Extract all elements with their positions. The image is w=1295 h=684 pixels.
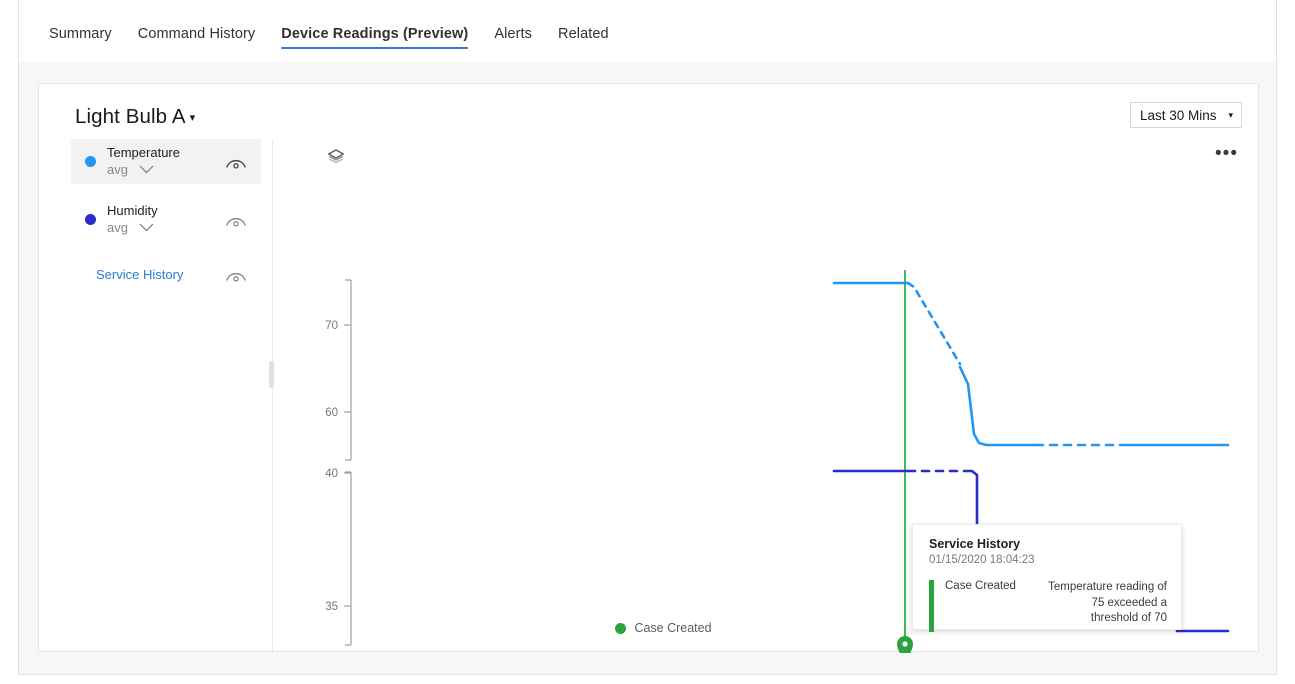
legend-item-aggregation[interactable]: avg bbox=[107, 219, 225, 236]
device-title-text: Light Bulb A bbox=[75, 105, 186, 128]
y-tick-label: 35 bbox=[325, 601, 338, 613]
chevron-down-icon bbox=[139, 165, 154, 174]
tooltip-timestamp: 01/15/2020 18:04:23 bbox=[929, 554, 1035, 566]
y-tick-label: 60 bbox=[325, 407, 338, 419]
chevron-down-icon: ▾ bbox=[1228, 109, 1233, 120]
aggregation-label: avg bbox=[107, 162, 128, 177]
series-line-temperature bbox=[832, 281, 1230, 447]
legend-item-label: Humidity bbox=[107, 203, 158, 218]
tab-command-history[interactable]: Command History bbox=[125, 0, 269, 56]
y-tick-label: 40 bbox=[325, 468, 338, 480]
screenshot-root: Summary Command History Device Readings … bbox=[0, 0, 1295, 684]
legend-item-aggregation[interactable]: avg bbox=[107, 161, 225, 178]
tab-summary[interactable]: Summary bbox=[36, 0, 125, 56]
aggregation-label: avg bbox=[107, 220, 128, 235]
tab-strip: Summary Command History Device Readings … bbox=[18, 0, 1277, 62]
tab-device-readings[interactable]: Device Readings (Preview) bbox=[268, 0, 481, 56]
series-color-dot bbox=[85, 156, 96, 167]
device-selector[interactable]: Light Bulb A ▾ bbox=[75, 105, 195, 129]
legend-item-temperature[interactable]: Temperature avg bbox=[71, 139, 261, 184]
service-history-tooltip: Service History 01/15/2020 18:04:23 Case… bbox=[912, 524, 1182, 632]
chevron-down-icon: ▾ bbox=[189, 112, 196, 124]
chevron-down-icon bbox=[139, 223, 154, 232]
readings-chart: 70 60 40 35 17:50 01/15/2020 17:55 bbox=[272, 139, 1260, 653]
eye-icon[interactable] bbox=[225, 154, 247, 170]
legend-item-texts: Temperature avg bbox=[107, 145, 225, 178]
case-created-pin-icon[interactable] bbox=[897, 636, 913, 653]
eye-icon[interactable] bbox=[225, 267, 247, 283]
service-history-link[interactable]: Service History bbox=[71, 267, 183, 282]
case-created-legend-label: Case Created bbox=[634, 621, 712, 635]
case-created-legend-dot bbox=[615, 622, 627, 634]
chart-bottom-legend: Case Created bbox=[39, 621, 1258, 635]
eye-icon[interactable] bbox=[225, 212, 247, 228]
tab-related[interactable]: Related bbox=[545, 0, 622, 56]
y-tick-label: 70 bbox=[325, 320, 338, 332]
time-range-dropdown[interactable]: Last 30 Mins ▾ bbox=[1130, 102, 1242, 128]
y-axis-humidity: 40 35 bbox=[325, 468, 352, 646]
tab-underbar bbox=[18, 62, 1277, 83]
legend-item-humidity[interactable]: Humidity avg bbox=[71, 197, 261, 242]
device-readings-card: Light Bulb A ▾ Last 30 Mins ▾ ••• Tempera… bbox=[38, 83, 1260, 653]
tooltip-title: Service History bbox=[929, 537, 1021, 551]
tab-alerts[interactable]: Alerts bbox=[481, 0, 545, 56]
series-legend-panel: Temperature avg Humidity avg Service His… bbox=[39, 139, 272, 653]
legend-item-label: Temperature bbox=[107, 145, 180, 160]
y-axis-temperature: 70 60 bbox=[325, 279, 352, 461]
legend-item-texts: Humidity avg bbox=[107, 203, 225, 236]
series-color-dot bbox=[85, 214, 96, 225]
legend-item-service-history[interactable]: Service History bbox=[71, 252, 261, 297]
time-range-label: Last 30 Mins bbox=[1140, 107, 1217, 123]
